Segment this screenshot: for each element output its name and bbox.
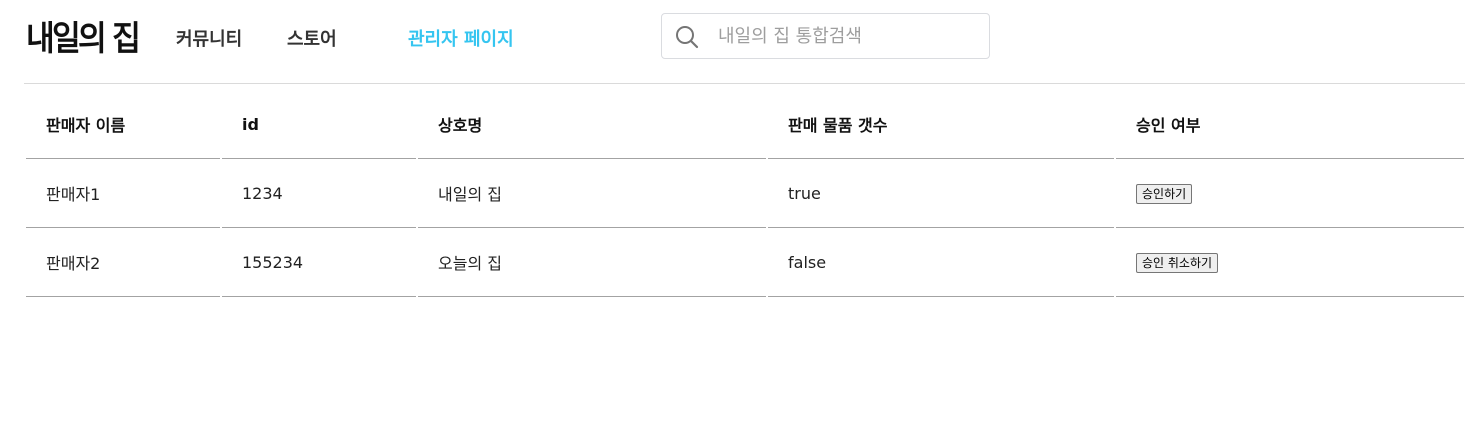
header-divider <box>24 83 1465 84</box>
cell-business-name: 오늘의 집 <box>418 228 766 297</box>
search-input[interactable] <box>718 22 978 50</box>
cell-approval: 승인하기 <box>1116 159 1464 228</box>
column-header-product-count: 판매 물품 갯수 <box>768 90 1114 159</box>
column-header-business-name: 상호명 <box>418 90 766 159</box>
cell-seller-name: 판매자1 <box>26 159 220 228</box>
cell-business-name: 내일의 집 <box>418 159 766 228</box>
search-box[interactable] <box>661 13 990 59</box>
approve-button[interactable]: 승인하기 <box>1136 183 1193 204</box>
cell-id: 1234 <box>222 159 416 228</box>
column-header-seller-name: 판매자 이름 <box>26 90 220 159</box>
cell-seller-name: 판매자2 <box>26 228 220 297</box>
table-row: 판매자2 155234 오늘의 집 false 승인 취소하기 <box>26 228 1464 297</box>
table-row: 판매자1 1234 내일의 집 true 승인하기 <box>26 159 1464 228</box>
search-icon <box>676 26 699 49</box>
column-header-approval-status: 승인 여부 <box>1116 90 1464 159</box>
table-header-row: 판매자 이름 id 상호명 판매 물품 갯수 승인 여부 <box>26 90 1464 159</box>
nav-admin-page[interactable]: 관리자 페이지 <box>408 28 514 52</box>
cell-id: 155234 <box>222 228 416 297</box>
cell-product-count: true <box>768 159 1114 228</box>
cell-approval: 승인 취소하기 <box>1116 228 1464 297</box>
seller-table: 판매자 이름 id 상호명 판매 물품 갯수 승인 여부 판매자1 1234 내… <box>24 90 1466 297</box>
nav-store[interactable]: 스토어 <box>287 28 337 52</box>
column-header-id: id <box>222 90 416 159</box>
header: 내일의 집 커뮤니티 스토어 관리자 페이지 <box>0 0 1477 84</box>
logo[interactable]: 내일의 집 <box>26 18 141 60</box>
cancel-approval-button[interactable]: 승인 취소하기 <box>1136 252 1219 273</box>
cell-product-count: false <box>768 228 1114 297</box>
nav-community[interactable]: 커뮤니티 <box>176 28 242 52</box>
